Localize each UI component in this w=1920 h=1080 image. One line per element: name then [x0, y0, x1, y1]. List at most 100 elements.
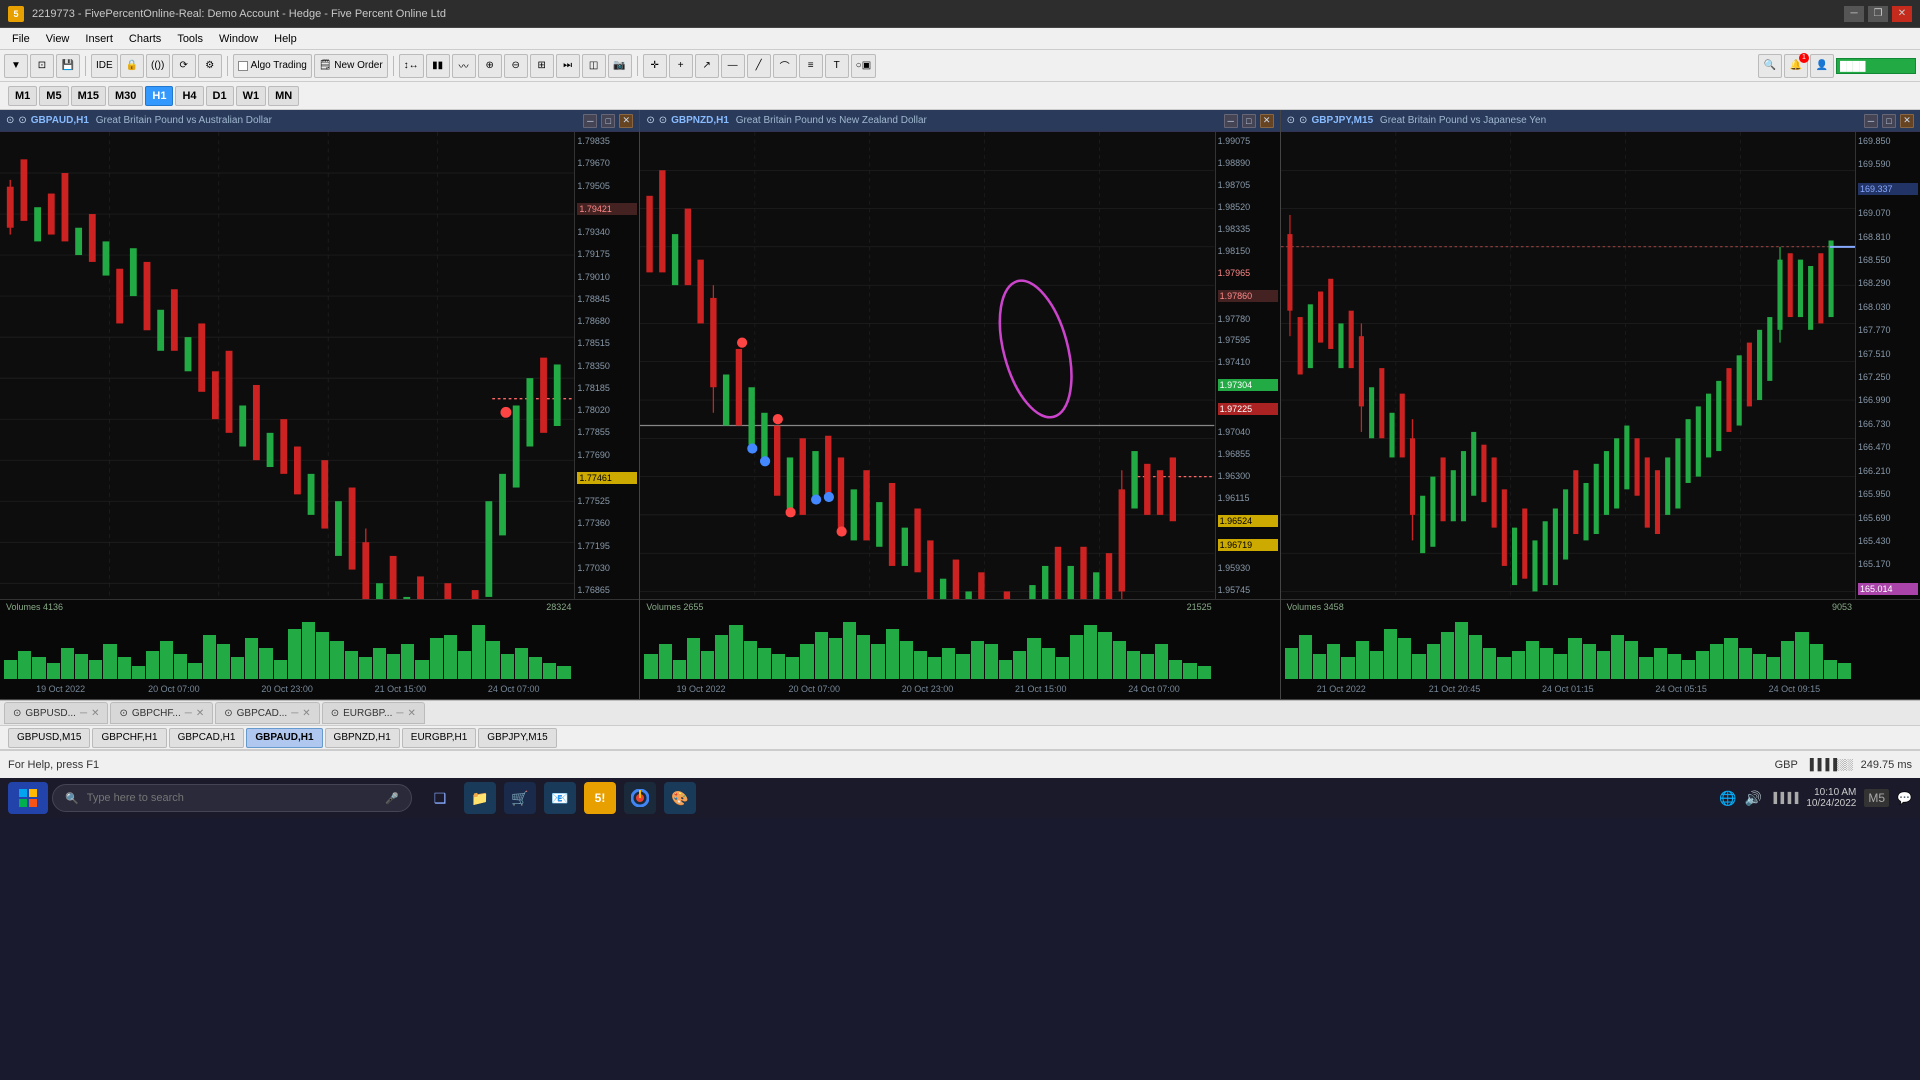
tf-bottom-gbpchf[interactable]: GBPCHF,H1 [92, 728, 166, 748]
chart-gbpnzd-close[interactable]: ✕ [1260, 114, 1274, 128]
menu-help[interactable]: Help [266, 31, 305, 47]
taskbar-volume-icon[interactable]: 🔊 [1745, 790, 1762, 807]
taskbar-paint[interactable]: 🎨 [664, 782, 696, 814]
taskbar-store[interactable]: 🛒 [504, 782, 536, 814]
tb-grid-btn[interactable]: ⊞ [530, 54, 554, 78]
chart-gbpnzd-minimize[interactable]: ─ [1224, 114, 1238, 128]
tb-neworder-btn[interactable]: 🗒 New Order [314, 54, 388, 78]
tb-save-btn[interactable]: 💾 [56, 54, 80, 78]
chart-gbpaud-close[interactable]: ✕ [619, 114, 633, 128]
taskbar-five-percent[interactable]: 5! [584, 782, 616, 814]
tb-text-btn[interactable]: T [825, 54, 849, 78]
chart-gbpjpy-main[interactable]: 169.850 169.590 169.337 169.070 168.810 … [1281, 132, 1920, 599]
minimize-button[interactable]: ─ [1844, 6, 1864, 22]
tb-fib-btn[interactable]: ≡ [799, 54, 823, 78]
tb-zoomout-btn[interactable]: ⊖ [504, 54, 528, 78]
tb-channel-btn[interactable]: ⌒ [773, 54, 797, 78]
menu-view[interactable]: View [38, 31, 78, 47]
tb-screenshot-btn[interactable]: 📷 [608, 54, 632, 78]
tb-config-btn[interactable]: ⚙ [198, 54, 222, 78]
tb-scroll-btn[interactable]: ⏭ [556, 54, 580, 78]
tf-d1[interactable]: D1 [206, 86, 234, 106]
tb-wave-btn[interactable]: (()) [146, 54, 170, 78]
taskbar-network-icon[interactable]: 🌐 [1719, 790, 1736, 807]
menu-tools[interactable]: Tools [169, 31, 211, 47]
tb-vol-btn[interactable]: ◫ [582, 54, 606, 78]
chart-gbpaud-minimize[interactable]: ─ [583, 114, 597, 128]
taskbar-chrome[interactable] [624, 782, 656, 814]
tb-algo-btn[interactable]: Algo Trading [233, 54, 312, 78]
tb-trendline-btn[interactable]: ╱ [747, 54, 771, 78]
close-button[interactable]: ✕ [1892, 6, 1912, 22]
tab-gbpcad[interactable]: ⊙ GBPCAD... ─ ✕ [215, 702, 319, 724]
tab-gbpusd[interactable]: ⊙ GBPUSD... ─ ✕ [4, 702, 108, 724]
tb-shapes-btn[interactable]: ○▣ [851, 54, 877, 78]
chart-gbpjpy-maximize[interactable]: □ [1882, 114, 1896, 128]
tb-arrow-btn[interactable]: ↗ [695, 54, 719, 78]
tf-m30[interactable]: M30 [108, 86, 143, 106]
tf-h1[interactable]: H1 [145, 86, 173, 106]
tab-gbpcad-close[interactable]: ✕ [302, 708, 310, 719]
tb-account-btn[interactable]: 👤 [1810, 54, 1834, 78]
tb-crosshair2-btn[interactable]: + [669, 54, 693, 78]
tf-h4[interactable]: H4 [175, 86, 203, 106]
taskbar-explorer[interactable]: 📁 [464, 782, 496, 814]
tf-bottom-gbpjpy[interactable]: GBPJPY,M15 [478, 728, 556, 748]
taskbar-task-view[interactable]: ❑ [424, 782, 456, 814]
tf-bottom-gbpusd[interactable]: GBPUSD,M15 [8, 728, 90, 748]
taskbar-search-input[interactable] [87, 792, 378, 804]
tf-m15[interactable]: M15 [71, 86, 106, 106]
taskbar-start-button[interactable] [8, 782, 48, 814]
tb-notification-btn[interactable]: 🔔1 [1784, 54, 1808, 78]
tf-bottom-eurgbp[interactable]: EURGBP,H1 [402, 728, 477, 748]
tab-gbpcad-label: GBPCAD... [237, 708, 288, 719]
tab-eurgbp-close[interactable]: ✕ [407, 708, 415, 719]
tab-gbpchf-minimize[interactable]: ─ [185, 708, 192, 719]
chart-gbpnzd-maximize[interactable]: □ [1242, 114, 1256, 128]
tf-bottom-gbpcad[interactable]: GBPCAD,H1 [169, 728, 245, 748]
chart-gbpaud-maximize[interactable]: □ [601, 114, 615, 128]
chart-gbpjpy-minimize[interactable]: ─ [1864, 114, 1878, 128]
tf-bottom-gbpnzd[interactable]: GBPNZD,H1 [325, 728, 400, 748]
taskbar-outlook[interactable]: 📧 [544, 782, 576, 814]
tb-new-btn[interactable]: ▼ [4, 54, 28, 78]
taskbar-notify-icon[interactable]: 💬 [1897, 791, 1912, 805]
chart-gbpnzd-main[interactable]: 1.99075 1.98890 1.98705 1.98520 1.98335 … [640, 132, 1279, 599]
taskbar-search-bar[interactable]: 🔍 🎤 [52, 784, 412, 812]
menu-file[interactable]: File [4, 31, 38, 47]
chart-gbpaud: ⊙ ⊙ GBPAUD,H1 Great Britain Pound vs Aus… [0, 110, 640, 699]
tb-search-btn[interactable]: 🔍 [1758, 54, 1782, 78]
tab-gbpcad-minimize[interactable]: ─ [291, 708, 298, 719]
tb-ide-btn[interactable]: IDE [91, 54, 118, 78]
tb-crosshair-btn[interactable]: ✛ [643, 54, 667, 78]
tab-gbpchf[interactable]: ⊙ GBPCHF... ─ ✕ [110, 702, 213, 724]
chart-gbpnzd-icon: ⊙ [646, 115, 654, 126]
tf-bottom-gbpaud[interactable]: GBPAUD,H1 [246, 728, 322, 748]
tb-open-btn[interactable]: ⊡ [30, 54, 54, 78]
tb-zoomin-btn[interactable]: ⊕ [478, 54, 502, 78]
tb-barchart-btn[interactable]: ▮▮ [426, 54, 450, 78]
chart-gbpjpy-close[interactable]: ✕ [1900, 114, 1914, 128]
taskbar-clock[interactable]: 10:10 AM 10/24/2022 [1806, 787, 1856, 809]
tf-m1[interactable]: M1 [8, 86, 37, 106]
menu-charts[interactable]: Charts [121, 31, 169, 47]
tf-w1[interactable]: W1 [236, 86, 267, 106]
taskbar-mt5-icon[interactable]: M5 [1864, 789, 1889, 807]
tb-refresh-btn[interactable]: ⟳ [172, 54, 196, 78]
restore-button[interactable]: ❐ [1868, 6, 1888, 22]
tf-mn[interactable]: MN [268, 86, 299, 106]
tb-lock-btn[interactable]: 🔒 [120, 54, 144, 78]
tb-linechart-btn[interactable]: 〰 [452, 54, 476, 78]
menu-window[interactable]: Window [211, 31, 266, 47]
menu-insert[interactable]: Insert [77, 31, 121, 47]
tb-hline-btn[interactable]: — [721, 54, 745, 78]
chart-gbpjpy-svg [1281, 132, 1855, 599]
tab-eurgbp-minimize[interactable]: ─ [396, 708, 403, 719]
tab-eurgbp[interactable]: ⊙ EURGBP... ─ ✕ [322, 702, 425, 724]
tab-gbpusd-close[interactable]: ✕ [91, 708, 99, 719]
tab-gbpchf-close[interactable]: ✕ [196, 708, 204, 719]
tf-m5[interactable]: M5 [39, 86, 68, 106]
tb-arrows-btn[interactable]: ↕↔ [399, 54, 424, 78]
chart-gbpaud-main[interactable]: 1.79835 1.79670 1.79505 1.79421 1.79340 … [0, 132, 639, 599]
tab-gbpusd-minimize[interactable]: ─ [80, 708, 87, 719]
